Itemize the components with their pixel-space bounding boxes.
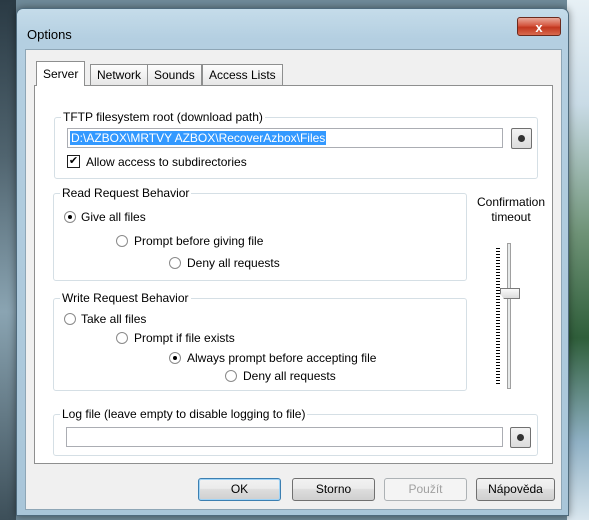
- log-file-legend: Log file (leave empty to disable logging…: [60, 407, 308, 421]
- confirmation-label-line2: timeout: [491, 210, 531, 224]
- read-behavior-legend: Read Request Behavior: [60, 186, 192, 200]
- cancel-button[interactable]: Storno: [292, 478, 375, 501]
- apply-button[interactable]: Použít: [384, 478, 467, 501]
- close-button[interactable]: x: [517, 17, 561, 36]
- server-tab-panel: TFTP filesystem root (download path) D:\…: [34, 85, 553, 464]
- write-always-prompt-radio[interactable]: [169, 352, 181, 364]
- tab-access-lists[interactable]: Access Lists: [202, 64, 283, 85]
- write-always-prompt-label: Always prompt before accepting file: [187, 351, 377, 365]
- tftp-root-browse-button[interactable]: [511, 128, 532, 149]
- write-deny-label: Deny all requests: [243, 369, 336, 383]
- allow-subdirs-label: Allow access to subdirectories: [86, 155, 247, 169]
- write-take-all-label: Take all files: [81, 312, 147, 326]
- write-prompt-exists-label: Prompt if file exists: [134, 331, 235, 345]
- dialog-client-area: Server Network Sounds Access Lists TFTP …: [25, 49, 562, 510]
- window-title: Options: [27, 27, 72, 42]
- tab-sounds[interactable]: Sounds: [147, 64, 202, 85]
- read-deny-label: Deny all requests: [187, 256, 280, 270]
- read-prompt-radio[interactable]: [116, 235, 128, 247]
- write-deny-radio[interactable]: [225, 370, 237, 382]
- allow-subdirs-checkbox[interactable]: ✔: [67, 155, 80, 168]
- read-behavior-group: Read Request Behavior Give all files Pro…: [53, 186, 467, 281]
- desktop-background-left: [0, 0, 16, 520]
- checkmark-icon: ✔: [68, 155, 79, 167]
- write-behavior-legend: Write Request Behavior: [60, 291, 191, 305]
- write-prompt-exists-radio[interactable]: [116, 332, 128, 344]
- slider-ticks: [496, 248, 500, 384]
- confirmation-label-line1: Confirmation: [476, 195, 546, 209]
- tab-network[interactable]: Network: [90, 64, 149, 85]
- desktop-background-right: [567, 0, 589, 520]
- confirmation-timeout-thumb[interactable]: [500, 288, 520, 299]
- log-file-group: Log file (leave empty to disable logging…: [53, 407, 538, 456]
- write-take-all-radio[interactable]: [64, 313, 76, 325]
- log-file-browse-button[interactable]: [510, 427, 531, 448]
- tftp-root-path-text: D:\AZBOX\MRTVY AZBOX\RecoverAzbox\Files: [70, 131, 327, 145]
- read-give-all-radio[interactable]: [64, 211, 76, 223]
- ok-button[interactable]: OK: [198, 478, 281, 501]
- write-behavior-group: Write Request Behavior Take all files Pr…: [53, 291, 467, 391]
- tftp-root-legend: TFTP filesystem root (download path): [61, 110, 265, 124]
- confirmation-timeout-track[interactable]: [507, 243, 511, 389]
- read-deny-radio[interactable]: [169, 257, 181, 269]
- read-give-all-label: Give all files: [81, 210, 146, 224]
- tftp-root-group: TFTP filesystem root (download path) D:\…: [54, 110, 538, 179]
- read-prompt-label: Prompt before giving file: [134, 234, 264, 248]
- options-dialog: Options x Server Network Sounds Access L…: [16, 8, 569, 516]
- log-file-input[interactable]: [66, 427, 503, 447]
- tftp-root-path-input[interactable]: D:\AZBOX\MRTVY AZBOX\RecoverAzbox\Files: [67, 128, 503, 148]
- tab-server[interactable]: Server: [36, 61, 86, 86]
- help-button[interactable]: Nápověda: [476, 478, 555, 501]
- confirmation-timeout-label: Confirmation timeout: [473, 195, 549, 225]
